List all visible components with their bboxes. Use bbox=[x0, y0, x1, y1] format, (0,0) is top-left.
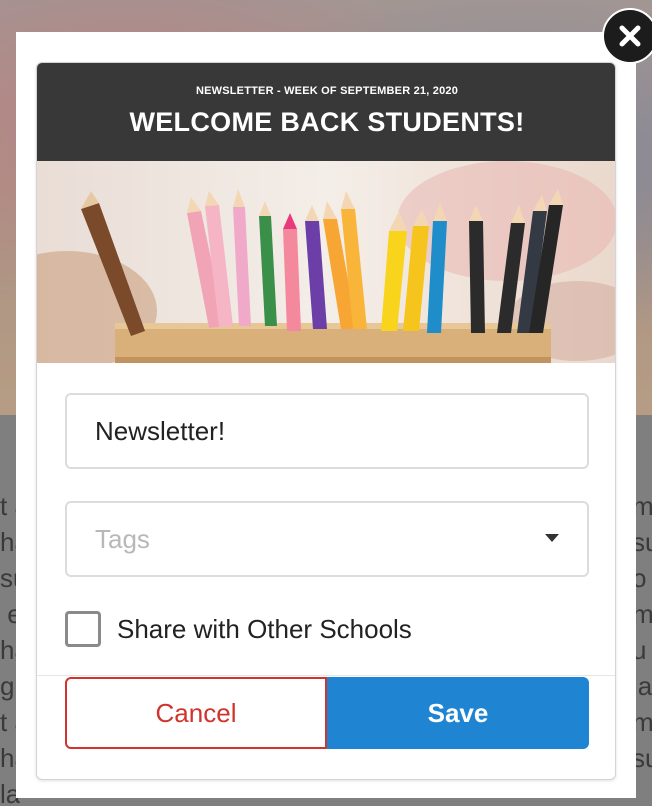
share-checkbox[interactable] bbox=[65, 611, 101, 647]
newsletter-header: NEWSLETTER - WEEK OF SEPTEMBER 21, 2020 … bbox=[37, 63, 615, 161]
close-icon bbox=[619, 25, 641, 47]
cancel-button[interactable]: Cancel bbox=[65, 677, 327, 749]
caret-down-icon[interactable] bbox=[545, 534, 559, 542]
tags-placeholder: Tags bbox=[95, 524, 150, 554]
share-label[interactable]: Share with Other Schools bbox=[117, 614, 412, 645]
newsletter-name-input[interactable] bbox=[95, 395, 565, 467]
colored-pencils-image bbox=[37, 161, 615, 363]
newsletter-title: WELCOME BACK STUDENTS! bbox=[129, 107, 525, 137]
save-button[interactable]: Save bbox=[327, 677, 589, 749]
newsletter-name-field[interactable] bbox=[65, 393, 589, 469]
newsletter-kicker: NEWSLETTER - WEEK OF SEPTEMBER 21, 2020 bbox=[195, 85, 459, 97]
newsletter-modal: NEWSLETTER - WEEK OF SEPTEMBER 21, 2020 … bbox=[16, 32, 636, 798]
newsletter-card: NEWSLETTER - WEEK OF SEPTEMBER 21, 2020 … bbox=[36, 62, 616, 780]
divider bbox=[37, 675, 615, 676]
share-option[interactable]: Share with Other Schools bbox=[65, 609, 565, 649]
tags-select[interactable]: Tags bbox=[65, 501, 589, 577]
close-button[interactable] bbox=[602, 8, 652, 64]
